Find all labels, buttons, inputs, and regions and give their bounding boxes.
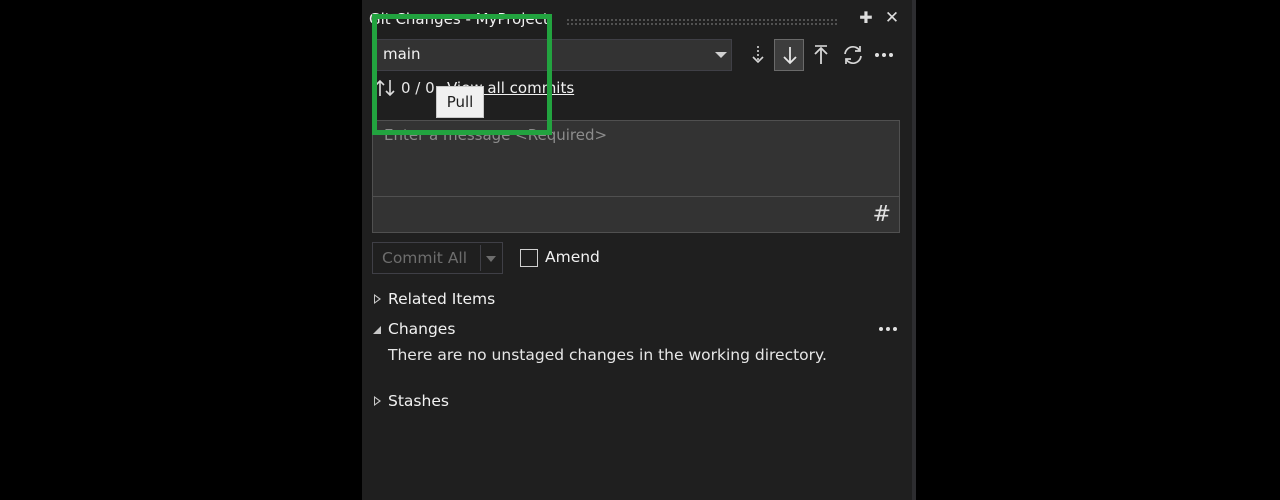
commit-message-box: # [372, 120, 900, 233]
sync-button[interactable] [838, 39, 868, 71]
commit-message-footer: # [373, 196, 899, 233]
chevron-right-icon [374, 396, 381, 406]
no-changes-message: There are no unstaged changes in the wor… [388, 346, 827, 364]
fetch-icon [752, 46, 764, 64]
more-options-button[interactable] [869, 39, 899, 71]
chevron-down-icon [715, 52, 727, 58]
pull-button[interactable] [774, 39, 804, 71]
stashes-label: Stashes [388, 392, 449, 410]
pin-icon[interactable]: ✚ [858, 8, 874, 28]
changes-more-button[interactable] [876, 319, 900, 339]
git-toolbar [743, 39, 893, 71]
push-icon [814, 45, 828, 64]
commit-all-button[interactable]: Commit All [372, 242, 503, 274]
commit-all-label: Commit All [382, 249, 468, 267]
related-items-label: Related Items [388, 290, 496, 308]
hash-icon[interactable]: # [873, 203, 891, 227]
push-button[interactable] [806, 39, 836, 71]
fetch-button[interactable] [743, 39, 773, 71]
close-icon[interactable]: ✕ [884, 8, 900, 28]
button-divider [480, 245, 481, 271]
chevron-down-icon[interactable] [486, 256, 496, 262]
chevron-right-icon [374, 294, 381, 304]
amend-label: Amend [545, 248, 600, 266]
pull-icon [783, 47, 797, 65]
changes-label: Changes [388, 320, 456, 338]
amend-checkbox[interactable] [520, 249, 538, 267]
drag-grip[interactable] [566, 18, 838, 25]
pull-tooltip: Pull [436, 86, 484, 118]
chevron-down-icon [373, 326, 381, 334]
more-icon [875, 53, 893, 57]
more-icon [879, 327, 897, 331]
sync-icon [844, 45, 862, 65]
